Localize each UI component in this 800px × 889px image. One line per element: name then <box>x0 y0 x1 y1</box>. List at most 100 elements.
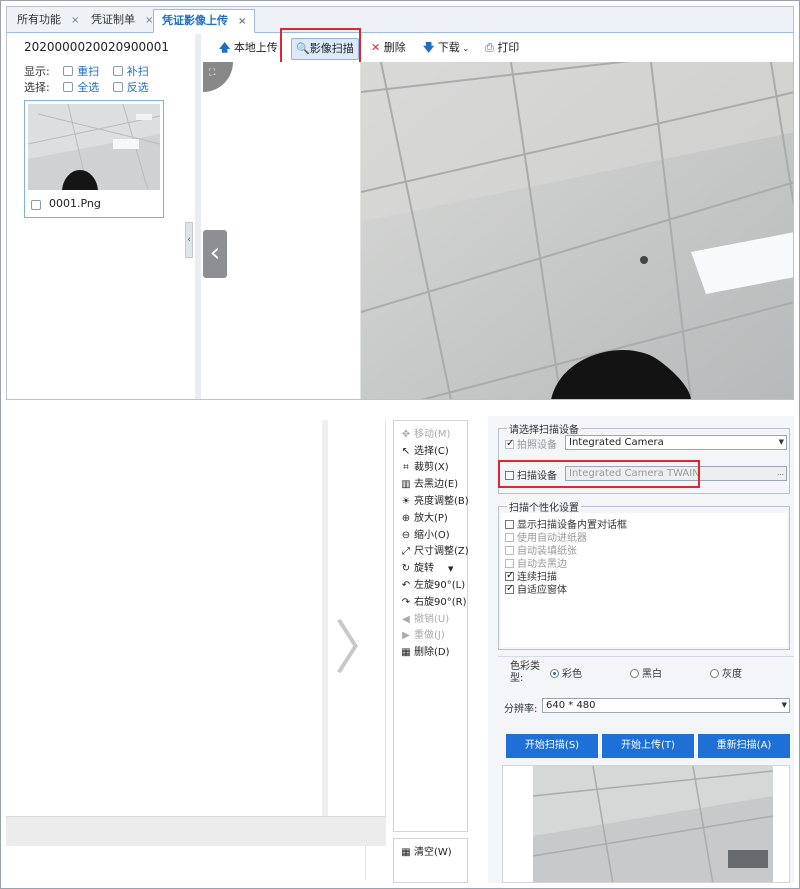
rescan-filter[interactable]: 重扫 <box>77 65 99 78</box>
rotate-icon: ↻ <box>401 563 411 574</box>
select-value: Integrated Camera <box>569 437 664 448</box>
tool-brightness[interactable]: ☀ 亮度调整(B) <box>400 492 469 507</box>
chevron-down-icon: ⌄ <box>459 44 470 53</box>
tool-label: 裁剪(X) <box>414 462 449 473</box>
invert-checkbox[interactable] <box>112 82 123 92</box>
button-label: 本地上传 <box>233 41 278 54</box>
tab-label: 所有功能 <box>17 13 61 26</box>
personalization-group: 扫描个性化设置 显示扫描设备内置对话框 使用自动进纸器 自动装填纸张 自动去黑边… <box>498 499 790 650</box>
select-all-checkbox[interactable] <box>63 82 74 92</box>
scan-preview <box>502 765 790 883</box>
radio-button[interactable] <box>630 669 639 678</box>
thumbnail-checkbox[interactable] <box>31 200 41 210</box>
tool-rotate-left[interactable]: ↶ 左旋90°(L) <box>400 576 465 591</box>
tool-label: 缩小(O) <box>414 530 450 541</box>
scan-status-bar <box>6 816 386 846</box>
select-all-link[interactable]: 全选 <box>77 81 99 94</box>
tool-rotate-right[interactable]: ↷ 右旋90°(R) <box>400 593 467 608</box>
setting-checkbox[interactable] <box>505 533 514 542</box>
color-type-label: 色彩类型: <box>510 661 540 684</box>
tool-move[interactable]: ✥ 移动(M) <box>400 425 451 440</box>
brightness-icon: ☀ <box>401 496 411 507</box>
tool-label: 去黑边(E) <box>414 479 459 490</box>
zoom-out-icon: ⊖ <box>401 530 411 541</box>
upload-arrow-icon: 🡅 <box>219 41 231 54</box>
image-thumbnail[interactable]: 0001.Png <box>24 100 164 218</box>
tool-label: 旋转 <box>414 563 434 574</box>
tab-bar: 所有功能 × 凭证制单 × 凭证影像上传 × <box>7 7 793 33</box>
supplement-checkbox[interactable] <box>112 66 123 76</box>
thumbnail-filename: 0001.Png <box>49 197 101 210</box>
tool-undo[interactable]: ◀ 撤销(U) <box>400 610 449 625</box>
resize-icon: ⤢ <box>402 546 410 557</box>
button-label: 删除 <box>383 41 406 54</box>
setting-checkbox[interactable] <box>505 546 514 555</box>
tool-label: 放大(P) <box>414 513 448 524</box>
download-button[interactable]: 🡇 下载 ⌄ <box>419 38 473 60</box>
tab-voucher-entry[interactable]: 凭证制单 × <box>83 9 161 33</box>
camera-device-select[interactable]: Integrated Camera ▼ <box>565 435 787 450</box>
rotate-right-icon: ↷ <box>401 597 411 608</box>
crop-icon: ⌗ <box>403 462 409 473</box>
tab-voucher-image-upload[interactable]: 凭证影像上传 × <box>153 9 256 33</box>
download-arrow-icon: 🡇 <box>423 41 435 54</box>
radio-label: 灰度 <box>722 669 742 680</box>
setting-fit-window[interactable]: 自适应窗体 <box>505 581 567 596</box>
setting-checkbox[interactable] <box>505 570 514 581</box>
tool-crop[interactable]: ⌗ 裁剪(X) <box>400 458 449 473</box>
move-icon: ✥ <box>401 429 411 440</box>
setting-checkbox[interactable] <box>505 583 514 594</box>
camera-device-option[interactable]: 拍照设备 <box>505 436 557 451</box>
tool-zoom-in[interactable]: ⊕ 放大(P) <box>400 509 448 524</box>
tool-remove-black-edge[interactable]: ▥ 去黑边(E) <box>400 475 459 490</box>
pointer-icon: ↖ <box>401 446 411 457</box>
tool-zoom-out[interactable]: ⊖ 缩小(O) <box>400 526 450 541</box>
delete-button[interactable]: ✕ 删除 <box>367 38 410 60</box>
button-label: 下载 <box>437 41 460 54</box>
tool-redo[interactable]: ▶ 重做(J) <box>400 626 445 641</box>
dropdown-arrow-icon: ▼ <box>778 438 784 446</box>
rescan-checkbox[interactable] <box>63 66 74 76</box>
collapse-handle[interactable]: ‹ <box>185 222 193 258</box>
close-icon[interactable]: × <box>71 15 79 26</box>
more-icon: … <box>777 469 784 477</box>
tool-label: 重做(J) <box>414 630 445 641</box>
color-option-color[interactable]: 彩色 <box>550 665 582 680</box>
radio-label: 彩色 <box>562 669 582 680</box>
start-upload-button[interactable]: 开始上传(T) <box>602 734 694 758</box>
resolution-select[interactable]: 640 * 480 ▼ <box>542 698 790 713</box>
tool-label: 尺寸调整(Z) <box>414 546 469 557</box>
setting-checkbox[interactable] <box>505 559 514 568</box>
color-option-gray[interactable]: 灰度 <box>710 665 742 680</box>
settings-list: 显示扫描设备内置对话框 使用自动进纸器 自动装填纸张 自动去黑边 连续扫描 自适… <box>501 513 787 647</box>
color-option-bw[interactable]: 黑白 <box>630 665 662 680</box>
panel-divider <box>195 34 201 399</box>
supplement-filter[interactable]: 补扫 <box>127 65 149 78</box>
setting-checkbox[interactable] <box>505 520 514 529</box>
rescan-button[interactable]: 重新扫描(A) <box>698 734 790 758</box>
start-scan-button[interactable]: 开始扫描(S) <box>506 734 598 758</box>
radio-button[interactable] <box>710 669 719 678</box>
print-button[interactable]: ⎙ 打印 <box>481 38 523 60</box>
fullscreen-icon[interactable]: ⛶ <box>203 62 233 92</box>
close-icon[interactable]: × <box>238 16 246 27</box>
next-image-button[interactable]: 〉 <box>334 601 392 685</box>
printer-icon: ⎙ <box>485 41 494 54</box>
zoom-in-icon: ⊕ <box>401 513 411 524</box>
button-label: 清空(W) <box>414 847 452 858</box>
tool-rotate[interactable]: ↻ 旋转 ▼ <box>400 559 454 574</box>
tool-resize[interactable]: ⤢ 尺寸调整(Z) <box>400 542 469 557</box>
tool-select[interactable]: ↖ 选择(C) <box>400 442 449 457</box>
resolution-label: 分辨率: <box>504 704 538 715</box>
radio-button[interactable] <box>550 669 559 678</box>
trash-icon: ▦ <box>401 847 411 858</box>
tool-delete[interactable]: ▦ 删除(D) <box>400 643 449 658</box>
local-upload-button[interactable]: 🡅 本地上传 <box>215 38 282 60</box>
clear-button[interactable]: ▦ 清空(W) <box>393 838 468 883</box>
previous-image-button[interactable]: ‹ <box>203 230 227 278</box>
camera-checkbox[interactable] <box>505 438 514 449</box>
delete-x-icon: ✕ <box>371 41 381 54</box>
voucher-number: 2020000020020900001 <box>24 40 170 54</box>
invert-selection-link[interactable]: 反选 <box>127 81 149 94</box>
tab-all-functions[interactable]: 所有功能 × <box>9 9 87 33</box>
